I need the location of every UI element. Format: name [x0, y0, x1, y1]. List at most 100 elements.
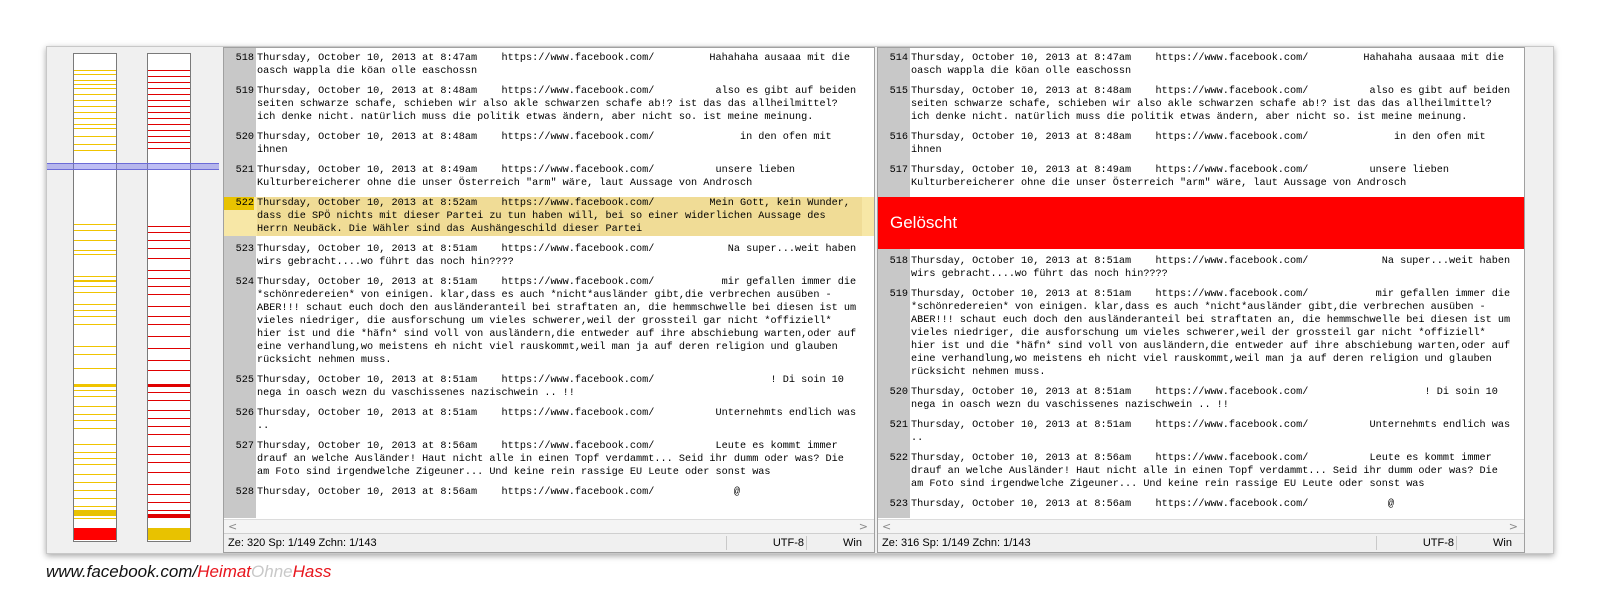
overview-change-mark [148, 392, 190, 393]
text-line[interactable]: 519 Thursday, October 10, 2013 at 8:48am … [224, 85, 874, 124]
overview-change-mark [74, 136, 116, 137]
overview-change-mark [74, 94, 116, 95]
overview-change-mark [74, 354, 116, 355]
overview-change-mark [148, 434, 190, 435]
overview-change-mark [74, 428, 116, 429]
text-line[interactable]: 515 Thursday, October 10, 2013 at 8:48am … [878, 85, 1524, 124]
overview-change-mark [148, 248, 190, 249]
overview-change-mark [148, 106, 190, 107]
overview-change-mark [148, 124, 190, 125]
overview-change-mark [74, 144, 116, 145]
line-text: Thursday, October 10, 2013 at 8:56am htt… [911, 453, 1505, 490]
left-text-content[interactable]: 518 Thursday, October 10, 2013 at 8:47am … [224, 52, 874, 516]
overview-change-mark [148, 100, 190, 101]
text-line[interactable]: 522 Thursday, October 10, 2013 at 8:56am … [878, 452, 1524, 491]
diff-highlighted-line[interactable]: 522 Thursday, October 10, 2013 at 8:52am … [224, 197, 874, 236]
line-number: 522 [889, 453, 908, 464]
left-editor-pane[interactable]: 518 Thursday, October 10, 2013 at 8:47am … [223, 47, 875, 553]
line-text: Thursday, October 10, 2013 at 8:51am htt… [257, 244, 863, 268]
overview-change-block [74, 280, 116, 282]
scroll-left-icon[interactable]: < [228, 520, 237, 534]
line-text: Thursday, October 10, 2013 at 8:51am htt… [911, 387, 1505, 411]
text-line[interactable]: 518 Thursday, October 10, 2013 at 8:51am … [878, 255, 1524, 281]
line-number: 526 [235, 408, 254, 419]
line-number: 525 [235, 375, 254, 386]
overview-viewport-marker[interactable] [47, 163, 219, 170]
overview-change-mark [148, 142, 190, 143]
text-line[interactable]: 527 Thursday, October 10, 2013 at 8:56am … [224, 440, 874, 479]
horizontal-scrollbar[interactable]: < > [224, 519, 874, 534]
text-line[interactable]: 521 Thursday, October 10, 2013 at 8:49am … [224, 164, 874, 190]
line-number: 523 [889, 499, 908, 510]
overview-change-mark [148, 502, 190, 503]
text-line[interactable]: 520 Thursday, October 10, 2013 at 8:51am … [878, 386, 1524, 412]
status-bar: Ze: 316 Sp: 1/149 Zchn: 1/143 UTF-8 Win [878, 533, 1524, 552]
footer-url-domain: www.facebook.com/ [46, 562, 198, 581]
scroll-right-icon[interactable]: > [859, 520, 868, 534]
text-line[interactable]: 516 Thursday, October 10, 2013 at 8:48am … [878, 131, 1524, 157]
overview-change-mark [148, 484, 190, 485]
right-editor-pane[interactable]: 514 Thursday, October 10, 2013 at 8:47am … [877, 47, 1525, 553]
line-ending-label[interactable]: Win [1493, 534, 1512, 552]
overview-change-block [148, 514, 190, 518]
diff-overview-panel[interactable] [47, 47, 221, 551]
encoding-label[interactable]: UTF-8 [1423, 534, 1454, 552]
overview-change-mark [148, 112, 190, 113]
text-line[interactable]: 526 Thursday, October 10, 2013 at 8:51am … [224, 407, 874, 433]
overview-change-mark [74, 506, 116, 507]
line-text: Thursday, October 10, 2013 at 8:48am htt… [911, 132, 1492, 156]
text-line[interactable]: 523 Thursday, October 10, 2013 at 8:56am … [878, 498, 1524, 511]
line-number: 527 [235, 441, 254, 452]
overview-change-mark [148, 232, 190, 233]
overview-change-mark [74, 276, 116, 277]
overview-change-mark [74, 304, 116, 305]
overview-right-column[interactable] [147, 53, 191, 542]
line-text: Thursday, October 10, 2013 at 8:56am htt… [257, 441, 851, 478]
overview-change-mark [148, 258, 190, 259]
overview-change-mark [148, 130, 190, 131]
overview-change-mark [148, 88, 190, 89]
line-number: 523 [235, 244, 254, 255]
text-line[interactable]: 528 Thursday, October 10, 2013 at 8:56am … [224, 486, 874, 499]
text-line[interactable]: 519 Thursday, October 10, 2013 at 8:51am … [878, 288, 1524, 379]
text-line[interactable]: 520 Thursday, October 10, 2013 at 8:48am … [224, 131, 874, 157]
text-line[interactable]: 518 Thursday, October 10, 2013 at 8:47am … [224, 52, 874, 78]
overview-change-block [148, 528, 190, 540]
status-bar: Ze: 320 Sp: 1/149 Zchn: 1/143 UTF-8 Win [224, 533, 874, 552]
line-number: 521 [235, 165, 254, 176]
overview-left-column[interactable] [73, 53, 117, 542]
scroll-right-icon[interactable]: > [1509, 520, 1518, 534]
line-number: 514 [889, 53, 908, 64]
overview-change-mark [74, 420, 116, 421]
text-line[interactable]: 525 Thursday, October 10, 2013 at 8:51am … [224, 374, 874, 400]
text-line[interactable]: 514 Thursday, October 10, 2013 at 8:47am … [878, 52, 1524, 78]
cursor-position: Ze: 316 Sp: 1/149 Zchn: 1/143 [882, 537, 1031, 549]
text-line[interactable]: 517 Thursday, October 10, 2013 at 8:49am … [878, 164, 1524, 190]
overview-change-mark [148, 316, 190, 317]
status-divider [1456, 536, 1457, 550]
overview-change-mark [148, 446, 190, 447]
overview-change-mark [74, 406, 116, 407]
text-line[interactable]: 521 Thursday, October 10, 2013 at 8:51am … [878, 419, 1524, 445]
overview-change-mark [148, 70, 190, 71]
right-text-content[interactable]: 514 Thursday, October 10, 2013 at 8:47am … [878, 52, 1524, 516]
text-line[interactable]: 523 Thursday, October 10, 2013 at 8:51am … [224, 243, 874, 269]
scroll-left-icon[interactable]: < [882, 520, 891, 534]
status-divider [1376, 536, 1377, 550]
line-text: Thursday, October 10, 2013 at 8:56am htt… [911, 499, 1394, 510]
overview-change-mark [74, 124, 116, 125]
overview-change-mark [74, 444, 116, 445]
line-number: 520 [235, 132, 254, 143]
overview-change-mark [74, 112, 116, 113]
text-line[interactable]: 524 Thursday, October 10, 2013 at 8:51am … [224, 276, 874, 367]
overview-change-mark [74, 390, 116, 391]
line-ending-label[interactable]: Win [843, 534, 862, 552]
line-text: Thursday, October 10, 2013 at 8:49am htt… [911, 165, 1456, 189]
line-text: Thursday, October 10, 2013 at 8:51am htt… [911, 256, 1517, 280]
line-text: Thursday, October 10, 2013 at 8:49am htt… [257, 165, 802, 189]
encoding-label[interactable]: UTF-8 [773, 534, 804, 552]
line-number: 519 [235, 86, 254, 97]
line-text: Thursday, October 10, 2013 at 8:51am htt… [257, 408, 863, 432]
horizontal-scrollbar[interactable]: < > [878, 519, 1524, 534]
status-divider [726, 536, 727, 550]
